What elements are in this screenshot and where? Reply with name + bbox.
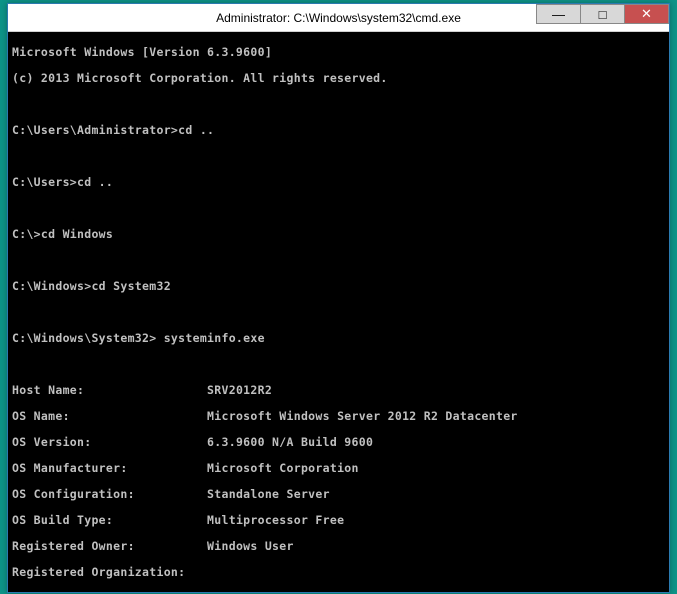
header-line: (c) 2013 Microsoft Corporation. All righ… [12, 72, 665, 85]
info-row: OS Build Type: Multiprocessor Free [12, 514, 665, 527]
titlebar[interactable]: Administrator: C:\Windows\system32\cmd.e… [8, 4, 669, 32]
prompt-line: C:\>cd Windows [12, 228, 665, 241]
info-row: OS Name: Microsoft Windows Server 2012 R… [12, 410, 665, 423]
minimize-button[interactable]: — [536, 4, 581, 24]
info-row: Registered Organization: [12, 566, 665, 579]
info-row: OS Manufacturer: Microsoft Corporation [12, 462, 665, 475]
window-controls: — □ ✕ [537, 4, 669, 24]
prompt-line: C:\Windows\System32> systeminfo.exe [12, 332, 665, 345]
terminal-output[interactable]: Microsoft Windows [Version 6.3.9600] (c)… [8, 32, 669, 592]
blank-line [12, 306, 665, 319]
cmd-window: Administrator: C:\Windows\system32\cmd.e… [7, 3, 670, 593]
blank-line [12, 150, 665, 163]
info-row: Host Name: SRV2012R2 [12, 384, 665, 397]
close-button[interactable]: ✕ [624, 4, 669, 24]
prompt-line: C:\Users>cd .. [12, 176, 665, 189]
blank-line [12, 254, 665, 267]
info-row: OS Configuration: Standalone Server [12, 488, 665, 501]
prompt-line: C:\Users\Administrator>cd .. [12, 124, 665, 137]
info-row: Registered Owner: Windows User [12, 540, 665, 553]
blank-line [12, 98, 665, 111]
prompt-line: C:\Windows>cd System32 [12, 280, 665, 293]
info-row: OS Version: 6.3.9600 N/A Build 9600 [12, 436, 665, 449]
maximize-button[interactable]: □ [580, 4, 625, 24]
header-line: Microsoft Windows [Version 6.3.9600] [12, 46, 665, 59]
blank-line [12, 358, 665, 371]
blank-line [12, 202, 665, 215]
